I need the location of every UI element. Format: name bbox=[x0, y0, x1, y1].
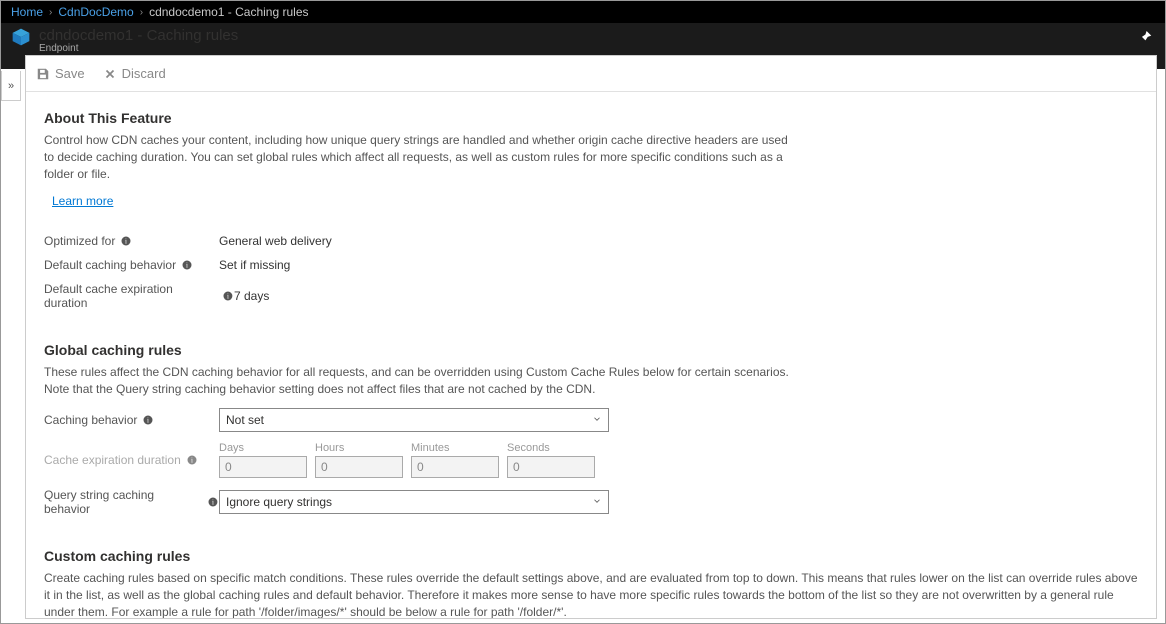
default-caching-label: Default caching behaviori bbox=[44, 258, 219, 272]
learn-more-link[interactable]: Learn more bbox=[52, 194, 113, 208]
breadcrumb-current: cdndocdemo1 - Caching rules bbox=[149, 5, 308, 19]
info-icon[interactable]: i bbox=[181, 259, 193, 271]
info-icon[interactable]: i bbox=[222, 290, 234, 302]
page-title: cdndocdemo1 - Caching rules bbox=[39, 27, 238, 44]
main-content: About This Feature Control how CDN cache… bbox=[26, 92, 1156, 618]
info-icon[interactable]: i bbox=[142, 414, 154, 426]
breadcrumb-sep: › bbox=[49, 7, 52, 18]
svg-text:i: i bbox=[147, 416, 149, 424]
breadcrumb-home[interactable]: Home bbox=[11, 5, 43, 19]
custom-rules-heading: Custom caching rules bbox=[44, 548, 1138, 564]
breadcrumb: Home › CdnDocDemo › cdndocdemo1 - Cachin… bbox=[1, 1, 1165, 23]
default-caching-value: Set if missing bbox=[219, 258, 290, 272]
minutes-input bbox=[411, 456, 499, 478]
about-heading: About This Feature bbox=[44, 110, 1138, 126]
query-string-select[interactable]: Ignore query strings bbox=[219, 490, 609, 514]
breadcrumb-l1[interactable]: CdnDocDemo bbox=[58, 5, 133, 19]
seconds-input bbox=[507, 456, 595, 478]
svg-text:i: i bbox=[212, 498, 214, 506]
info-icon[interactable]: i bbox=[207, 496, 219, 508]
content-pane: Save Discard About This Feature Control … bbox=[25, 55, 1157, 619]
caching-behavior-label: Caching behaviori bbox=[44, 413, 219, 427]
chevron-down-icon bbox=[592, 414, 602, 424]
discard-icon bbox=[103, 67, 117, 81]
query-string-value: Ignore query strings bbox=[226, 495, 332, 509]
expand-sidebar-button[interactable]: » bbox=[1, 71, 21, 101]
svg-text:i: i bbox=[227, 294, 229, 301]
endpoint-cube-icon bbox=[11, 27, 31, 47]
default-expiration-value: 7 days bbox=[234, 289, 269, 303]
optimized-for-value: General web delivery bbox=[219, 234, 332, 248]
default-expiration-label: Default cache expiration durationi bbox=[44, 282, 234, 310]
pin-icon[interactable] bbox=[1139, 31, 1153, 48]
save-icon bbox=[36, 67, 50, 81]
minutes-label: Minutes bbox=[411, 442, 499, 454]
query-string-label: Query string caching behaviori bbox=[44, 488, 219, 516]
caching-behavior-select[interactable]: Not set bbox=[219, 408, 609, 432]
page-subtitle: Endpoint bbox=[39, 43, 238, 54]
breadcrumb-sep: › bbox=[140, 7, 143, 18]
about-description: Control how CDN caches your content, inc… bbox=[44, 132, 794, 182]
svg-text:i: i bbox=[125, 238, 127, 246]
seconds-label: Seconds bbox=[507, 442, 595, 454]
discard-button[interactable]: Discard bbox=[103, 66, 166, 81]
discard-label: Discard bbox=[122, 66, 166, 81]
chevron-down-icon bbox=[592, 496, 602, 506]
cache-exp-duration-label: Cache expiration durationi bbox=[44, 453, 219, 467]
command-bar: Save Discard bbox=[26, 56, 1156, 92]
svg-text:i: i bbox=[186, 262, 188, 270]
days-label: Days bbox=[219, 442, 307, 454]
svg-text:i: i bbox=[191, 456, 193, 464]
global-rules-heading: Global caching rules bbox=[44, 342, 1138, 358]
global-rules-description: These rules affect the CDN caching behav… bbox=[44, 364, 794, 398]
hours-input bbox=[315, 456, 403, 478]
days-input bbox=[219, 456, 307, 478]
info-icon[interactable]: i bbox=[120, 235, 132, 247]
custom-rules-description: Create caching rules based on specific m… bbox=[44, 570, 1138, 618]
save-button[interactable]: Save bbox=[36, 66, 85, 81]
optimized-for-label: Optimized fori bbox=[44, 234, 219, 248]
hours-label: Hours bbox=[315, 442, 403, 454]
save-label: Save bbox=[55, 66, 85, 81]
caching-behavior-value: Not set bbox=[226, 413, 264, 427]
info-icon[interactable]: i bbox=[186, 454, 198, 466]
